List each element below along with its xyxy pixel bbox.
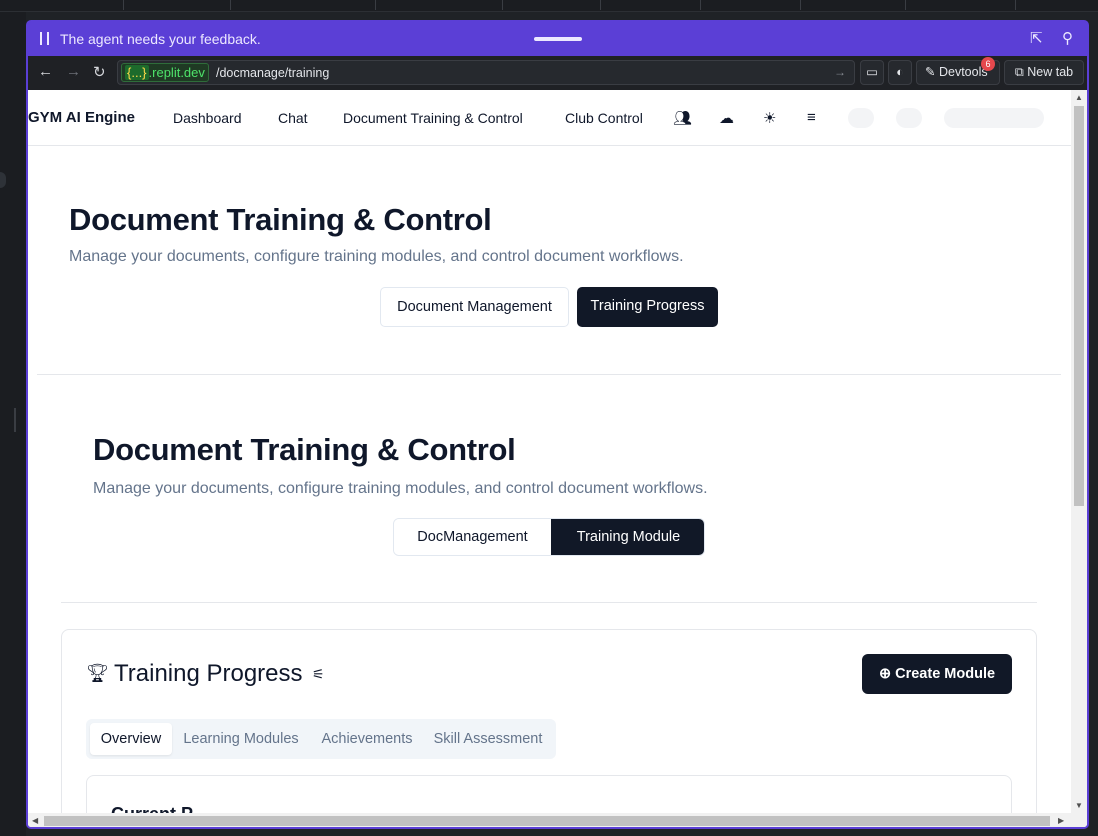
bell-icon[interactable] <box>896 108 922 128</box>
wrench-icon: ✎ <box>925 65 936 79</box>
tab-achievements[interactable]: Achievements <box>312 723 422 755</box>
scroll-down-arrow-icon[interactable]: ▼ <box>1075 801 1083 810</box>
tab-training-module[interactable]: Training Module <box>551 519 704 555</box>
new-tab-label: New tab <box>1027 65 1074 79</box>
vertical-scrollbar[interactable]: ▲ ▼ <box>1071 90 1087 813</box>
brand-logo[interactable]: GYM AI Engine <box>28 109 135 126</box>
reload-icon[interactable]: ↻ <box>93 63 106 81</box>
rail-marker <box>0 172 6 188</box>
nested-subtitle: Manage your documents, configure trainin… <box>93 480 708 497</box>
nested-section: Document Training & Control Manage your … <box>61 400 1037 605</box>
device-icon[interactable]: ▭ <box>860 60 884 85</box>
tab-separator <box>800 0 801 10</box>
tab-separator <box>700 0 701 10</box>
go-arrow-icon[interactable]: → <box>834 65 846 79</box>
palette-icon[interactable]: ◐ <box>888 60 912 85</box>
back-icon[interactable]: ← <box>38 63 53 80</box>
tab-training-progress[interactable]: Training Progress <box>577 287 718 327</box>
forward-icon[interactable]: → <box>66 63 81 80</box>
url-bar: ← → ↻ {...} .replit.dev /docmanage/traini… <box>28 56 1087 90</box>
horizontal-scrollbar[interactable]: ◀ ▶ <box>28 813 1087 827</box>
url-path: /docmanage/training <box>216 66 330 80</box>
cloud-icon[interactable]: ☁︎ <box>719 109 734 127</box>
tab-document-management[interactable]: Document Management <box>380 287 569 327</box>
tab-separator <box>230 0 231 10</box>
tab-overview[interactable]: Overview <box>90 723 172 755</box>
tab-separator <box>123 0 124 10</box>
page-title: Document Training & Control <box>69 202 492 237</box>
scroll-left-arrow-icon[interactable]: ◀ <box>32 816 38 825</box>
popout-icon[interactable]: ⇱ <box>1030 29 1043 47</box>
create-module-label: Create Module <box>895 666 996 682</box>
tab-learning-modules[interactable]: Learning Modules <box>178 723 304 755</box>
tab-separator <box>375 0 376 10</box>
trophy-icon: 🏆︎ <box>86 663 109 683</box>
left-rail <box>0 12 26 836</box>
horizontal-scroll-thumb[interactable] <box>44 816 1050 826</box>
app-header: GYM AI Engine Dashboard Chat Document Tr… <box>28 90 1071 146</box>
pin-icon[interactable]: ⚲ <box>1062 29 1073 47</box>
devtools-button[interactable]: ✎ Devtools 6 <box>916 57 1000 85</box>
tab-separator <box>600 0 601 10</box>
tab-separator <box>502 0 503 10</box>
settings-sliders-icon[interactable]: ⚟ <box>312 666 325 683</box>
nav-dashboard[interactable]: Dashboard <box>173 110 242 126</box>
page-subtitle: Manage your documents, configure trainin… <box>69 248 684 265</box>
tab-separator <box>1015 0 1016 10</box>
nested-divider <box>61 602 1037 603</box>
training-progress-card: 🏆︎ Training Progress ⚟ ⊕ Create Module O… <box>61 629 1037 827</box>
section-divider <box>37 374 1061 375</box>
scroll-right-arrow-icon[interactable]: ▶ <box>1058 816 1064 825</box>
create-module-button[interactable]: ⊕ Create Module <box>862 654 1012 694</box>
progress-title: Training Progress <box>114 660 303 687</box>
menu-icon[interactable]: ≡ <box>807 109 816 126</box>
nav-club-control[interactable]: Club Control <box>565 110 643 126</box>
url-field[interactable]: {...} .replit.dev /docmanage/training → <box>117 60 855 85</box>
search-icon[interactable] <box>848 108 874 128</box>
tab-skill-assessment[interactable]: Skill Assessment <box>428 723 548 755</box>
section-header: Document Training & Control Manage your … <box>69 202 684 266</box>
browser-tab-strip <box>0 0 1098 12</box>
progress-tabs: Overview Learning Modules Achievements S… <box>86 719 556 759</box>
nested-title: Document Training & Control <box>93 432 516 467</box>
external-link-icon: ⧉ <box>1014 65 1024 79</box>
page-viewport: GYM AI Engine Dashboard Chat Document Tr… <box>28 90 1087 827</box>
account-button[interactable] <box>944 108 1044 128</box>
rail-divider <box>14 408 16 432</box>
agent-feedback-bar: The agent needs your feedback. ⇱ ⚲ <box>28 22 1087 56</box>
agent-message: The agent needs your feedback. <box>60 31 261 47</box>
url-domain: {...} .replit.dev <box>121 63 209 82</box>
tab-separator <box>905 0 906 10</box>
devtools-label: Devtools <box>938 65 988 79</box>
devtools-badge: 6 <box>981 57 995 71</box>
new-tab-button[interactable]: ⧉ New tab <box>1004 60 1084 85</box>
drag-handle[interactable] <box>534 37 582 41</box>
plus-circle-icon: ⊕ <box>878 666 892 682</box>
nested-tabs: DocManagement Training Module <box>393 518 705 556</box>
tab-docmanagement[interactable]: DocManagement <box>394 519 551 555</box>
vertical-scroll-thumb[interactable] <box>1074 106 1084 506</box>
nav-document-training[interactable]: Document Training & Control <box>343 110 523 126</box>
pause-icon[interactable] <box>40 32 49 45</box>
devtools-frame: The agent needs your feedback. ⇱ ⚲ ← → ↻… <box>26 20 1089 829</box>
users-icon[interactable]: 👥︎ <box>673 109 692 127</box>
sun-icon[interactable]: ☀︎ <box>763 109 776 127</box>
scroll-up-arrow-icon[interactable]: ▲ <box>1075 93 1083 102</box>
nav-chat[interactable]: Chat <box>278 110 308 126</box>
